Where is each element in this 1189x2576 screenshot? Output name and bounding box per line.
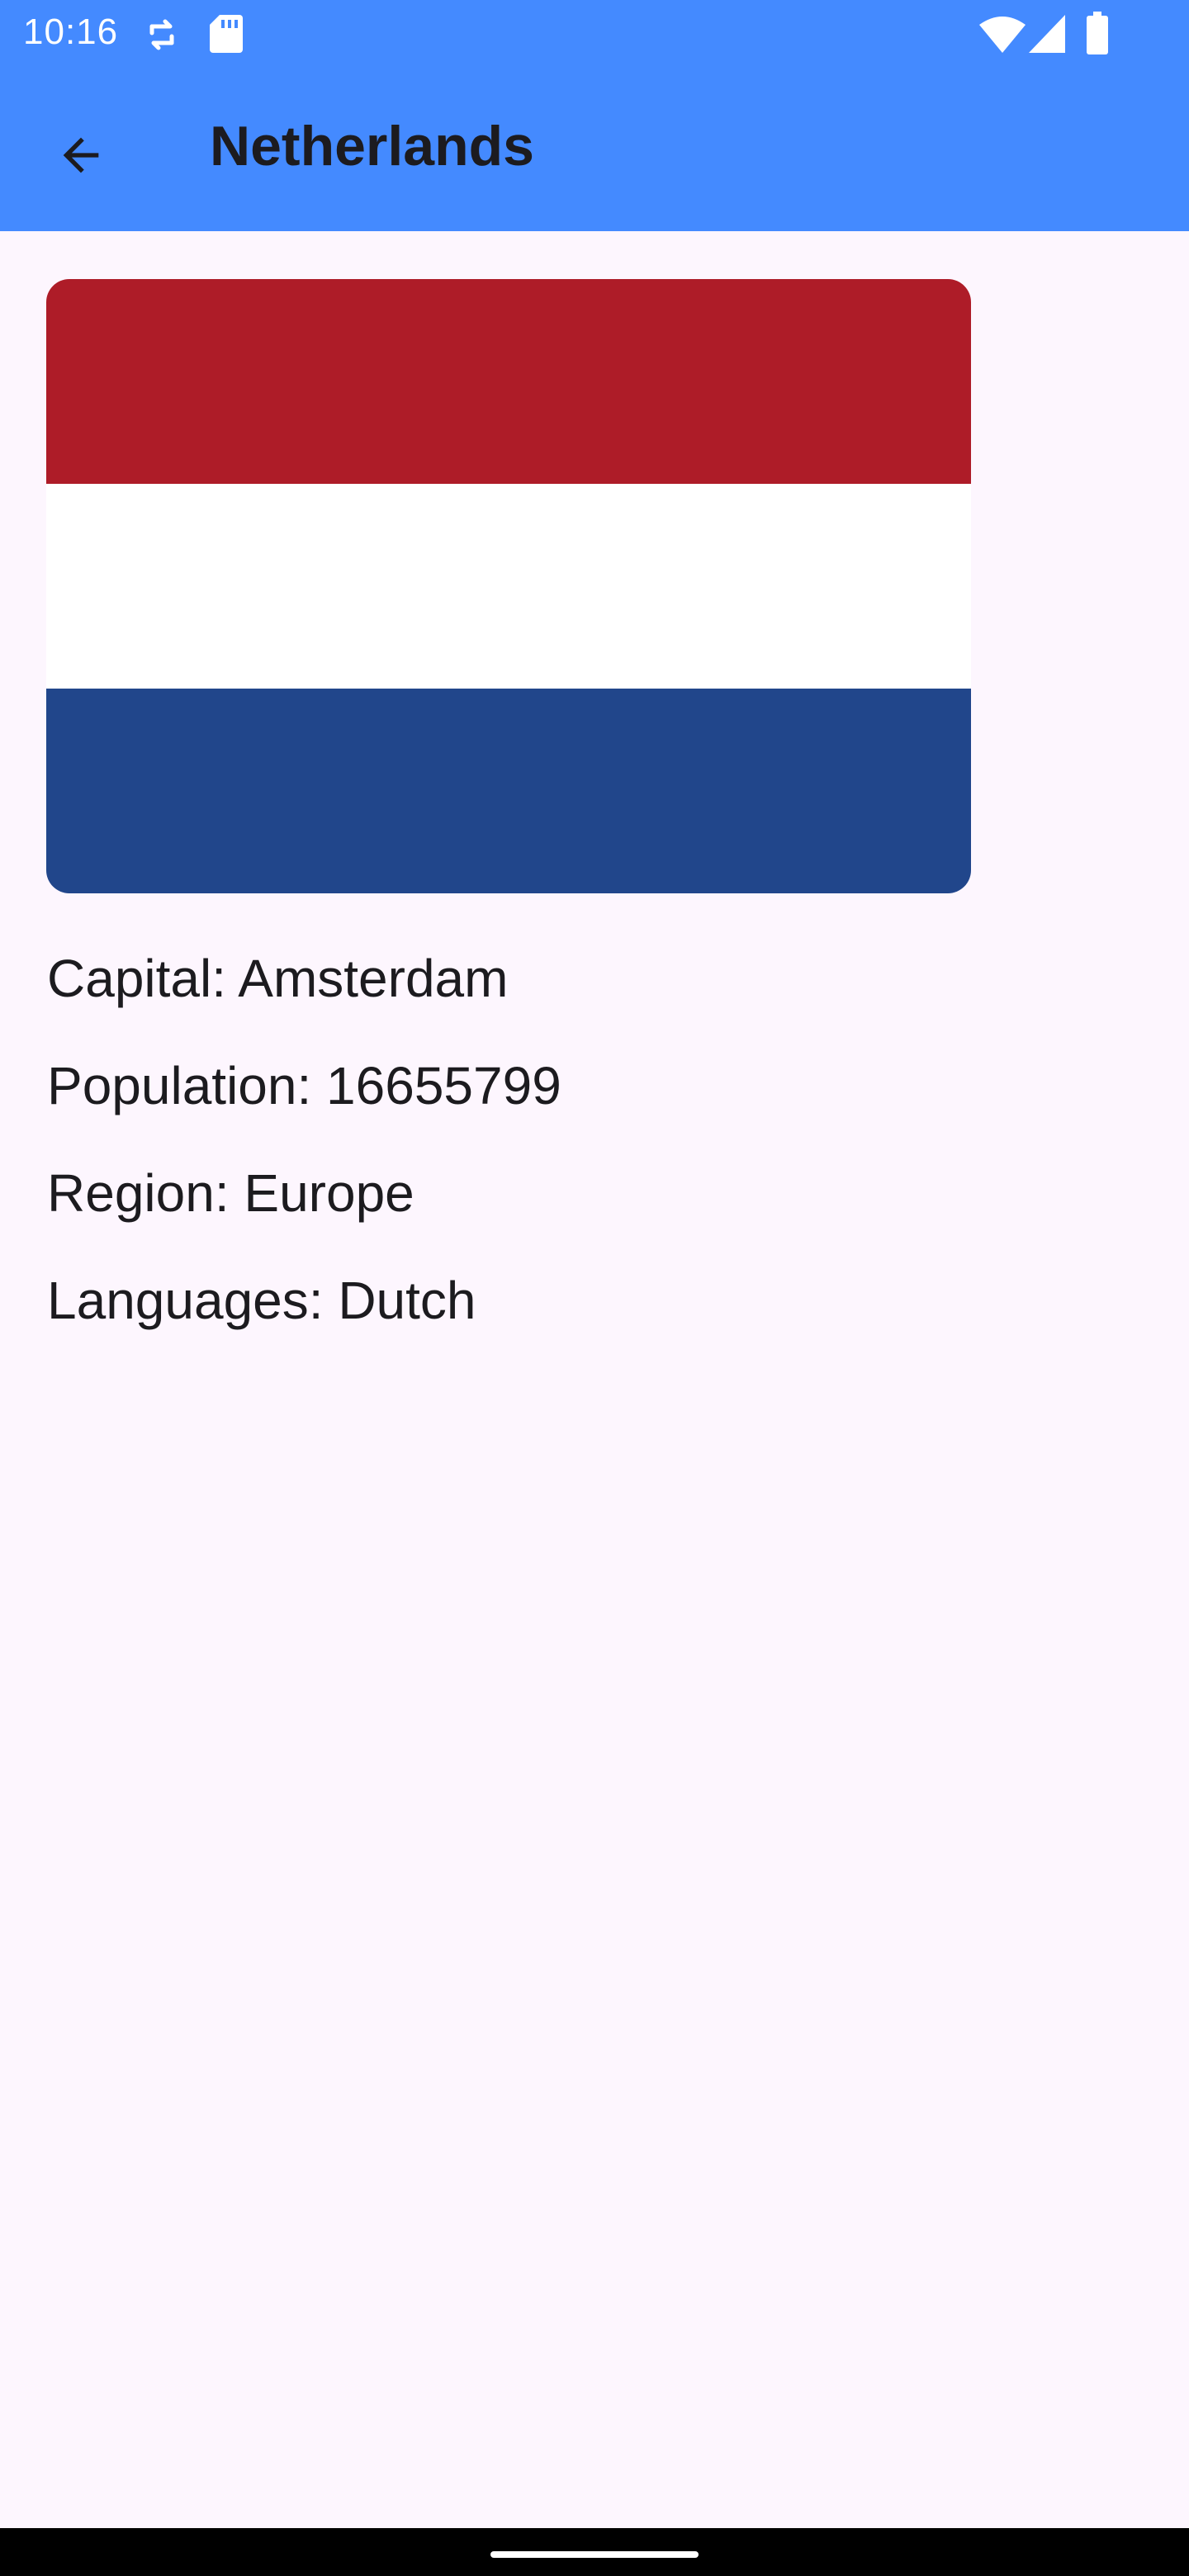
back-button[interactable] <box>33 107 129 203</box>
sync-icon <box>149 19 174 50</box>
arrow-back-icon <box>63 137 99 173</box>
status-time: 10:16 <box>23 12 119 52</box>
toolbar: Netherlands <box>0 69 1189 231</box>
region-text: Region: Europe <box>47 1163 414 1223</box>
status-bar: 10:16 <box>0 0 1189 69</box>
country-flag <box>46 279 971 893</box>
capital-text: Capital: Amsterdam <box>47 949 509 1008</box>
home-indicator[interactable] <box>490 2551 699 2558</box>
flag-stripe-white <box>46 484 971 689</box>
sd-card-icon <box>210 15 243 53</box>
flag-stripe-blue <box>46 689 971 893</box>
battery-icon <box>1087 12 1108 54</box>
population-text: Population: 16655799 <box>47 1056 561 1115</box>
cell-signal-icon <box>1029 15 1065 53</box>
page-title: Netherlands <box>210 115 534 178</box>
flag-stripe-red <box>46 279 971 484</box>
languages-text: Languages: Dutch <box>47 1271 476 1330</box>
system-nav-bar <box>0 2528 1189 2576</box>
app-bar: 10:16 Netherlands <box>0 0 1189 231</box>
wifi-icon <box>979 17 1026 53</box>
